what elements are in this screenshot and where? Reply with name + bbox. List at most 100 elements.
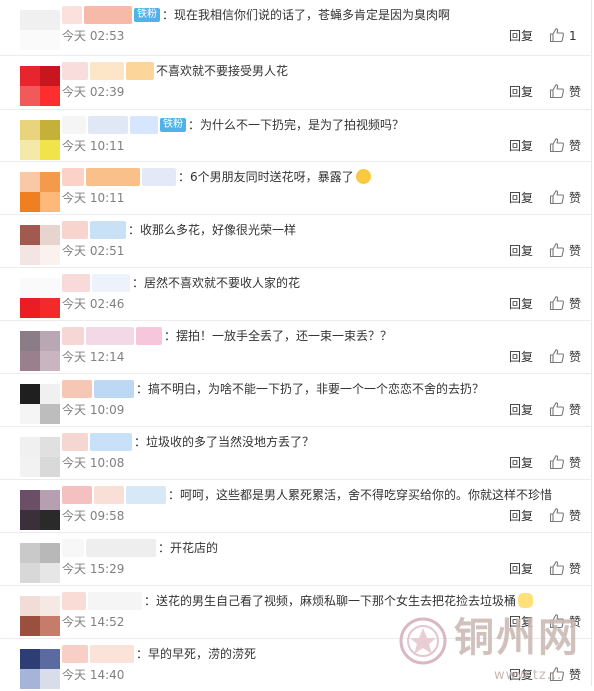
username-link[interactable] — [126, 62, 154, 80]
username-link[interactable] — [90, 433, 132, 451]
like-button[interactable]: 赞 — [549, 560, 589, 578]
like-count: 赞 — [569, 350, 582, 364]
comment-text: ：呵呵，这些都是男人累死累活，舍不得吃穿买给你的。你就这样不珍惜 — [168, 488, 553, 502]
reply-button[interactable]: 回复 — [509, 296, 533, 312]
reply-button[interactable]: 回复 — [509, 190, 533, 206]
comment-time: 今天 09:58 — [62, 509, 125, 523]
comment-text: ：为什么不一下扔完，是为了拍视频吗？ — [188, 118, 405, 132]
avatar-tile — [40, 669, 60, 689]
username-link[interactable] — [62, 62, 88, 80]
avatar-tile — [20, 563, 40, 583]
comment-text: ：垃圾收的多了当然没地方丢了？ — [134, 435, 315, 449]
comment-text: ：搞不明白，为啥不能一下扔了，非要一个一个恋恋不舍的去扔？ — [136, 382, 485, 396]
reply-button[interactable]: 回复 — [509, 349, 533, 365]
username-link[interactable] — [62, 274, 90, 292]
comment-line: ：搞不明白，为啥不能一下扔了，非要一个一个恋恋不舍的去扔？ — [62, 380, 582, 398]
username-link[interactable] — [92, 274, 130, 292]
reply-button[interactable]: 回复 — [509, 561, 533, 577]
reply-button[interactable]: 回复 — [509, 402, 533, 418]
username-link[interactable] — [62, 221, 88, 239]
username-link[interactable] — [62, 380, 92, 398]
like-button[interactable]: 赞 — [549, 137, 589, 155]
like-button[interactable]: 赞 — [549, 401, 589, 419]
username-link[interactable] — [88, 116, 128, 134]
username-link[interactable] — [126, 486, 166, 504]
avatar-tile — [20, 351, 40, 371]
watermark-url: www.tz... — [494, 668, 563, 683]
username-link[interactable] — [94, 486, 124, 504]
username-link[interactable] — [62, 116, 86, 134]
avatar[interactable] — [20, 490, 60, 530]
reply-button[interactable]: 回复 — [509, 138, 533, 154]
comment-item: 铁粉 ：现在我相信你们说的话了，苍蝇多肯定是因为臭肉啊 今天 02:53 回复 1 — [0, 0, 592, 53]
avatar-tile — [20, 225, 40, 245]
username-link[interactable] — [130, 116, 158, 134]
avatar[interactable] — [20, 437, 60, 477]
username-link[interactable] — [62, 327, 84, 345]
avatar-tile — [40, 331, 60, 351]
username-link[interactable] — [62, 486, 92, 504]
avatar[interactable] — [20, 384, 60, 424]
avatar[interactable] — [20, 66, 60, 106]
like-button[interactable]: 赞 — [549, 83, 589, 101]
username-link[interactable] — [136, 327, 162, 345]
username-link[interactable] — [62, 168, 84, 186]
comment-time: 今天 14:40 — [62, 668, 125, 682]
username-link[interactable] — [90, 62, 124, 80]
username-link[interactable] — [62, 645, 88, 663]
comment-item: ：摆拍！一放手全丢了，还一束一束丢？？ 今天 12:14 回复 赞 — [0, 320, 592, 373]
comment-text: ：现在我相信你们说的话了，苍蝇多肯定是因为臭肉啊 — [162, 8, 451, 22]
like-button[interactable]: 赞 — [549, 348, 589, 366]
like-button[interactable]: 1 — [549, 27, 589, 45]
avatar-tile — [20, 10, 40, 30]
avatar-tile — [40, 10, 60, 30]
reply-button[interactable]: 回复 — [509, 243, 533, 259]
username-link[interactable] — [88, 592, 142, 610]
avatar-tile — [20, 404, 40, 424]
like-button[interactable]: 赞 — [549, 507, 589, 525]
thumbs-up-icon — [549, 190, 564, 205]
comment-line: ：开花店的 — [62, 539, 582, 557]
reply-button[interactable]: 回复 — [509, 84, 533, 100]
avatar[interactable] — [20, 278, 60, 318]
like-button[interactable]: 赞 — [549, 242, 589, 260]
username-link[interactable] — [62, 6, 82, 24]
username-link[interactable] — [62, 433, 88, 451]
comment-line: ：收那么多花，好像很光荣一样 — [62, 221, 582, 239]
reply-button[interactable]: 回复 — [509, 455, 533, 471]
like-button[interactable]: 赞 — [549, 295, 589, 313]
avatar[interactable] — [20, 543, 60, 583]
username-link[interactable] — [90, 221, 126, 239]
username-link[interactable] — [142, 168, 176, 186]
username-link[interactable] — [62, 539, 84, 557]
avatar-tile — [20, 510, 40, 530]
avatar[interactable] — [20, 596, 60, 636]
comment-text: ：6个男朋友同时送花呀，暴露了 — [178, 170, 354, 184]
comment-item: ：呵呵，这些都是男人累死累活，舍不得吃穿买给你的。你就这样不珍惜今天 09:58… — [0, 479, 592, 532]
username-link[interactable] — [86, 539, 156, 557]
avatar[interactable] — [20, 10, 60, 50]
avatar[interactable] — [20, 172, 60, 212]
username-link[interactable] — [94, 380, 134, 398]
username-link[interactable] — [86, 168, 140, 186]
thumbs-up-icon — [549, 84, 564, 99]
username-link[interactable] — [84, 6, 132, 24]
reply-button[interactable]: 回复 — [509, 508, 533, 524]
comment-line: 铁粉 ：为什么不一下扔完，是为了拍视频吗？ — [62, 116, 582, 134]
avatar[interactable] — [20, 649, 60, 689]
avatar[interactable] — [20, 331, 60, 371]
avatar-tile — [40, 245, 60, 265]
username-link[interactable] — [62, 592, 86, 610]
reply-button[interactable]: 回复 — [509, 28, 533, 44]
avatar-tile — [20, 490, 40, 510]
username-link[interactable] — [86, 327, 134, 345]
comment-text: ：早的早死，涝的涝死 — [136, 647, 257, 661]
avatar[interactable] — [20, 225, 60, 265]
username-link[interactable] — [90, 645, 134, 663]
comment-item: ：开花店的 今天 15:29 回复 赞 — [0, 532, 592, 585]
comment-time: 今天 02:39 — [62, 85, 125, 99]
avatar[interactable] — [20, 120, 60, 160]
like-button[interactable]: 赞 — [549, 189, 589, 207]
like-button[interactable]: 赞 — [549, 454, 589, 472]
comment-line: 不喜欢就不要接受男人花 — [62, 62, 582, 80]
